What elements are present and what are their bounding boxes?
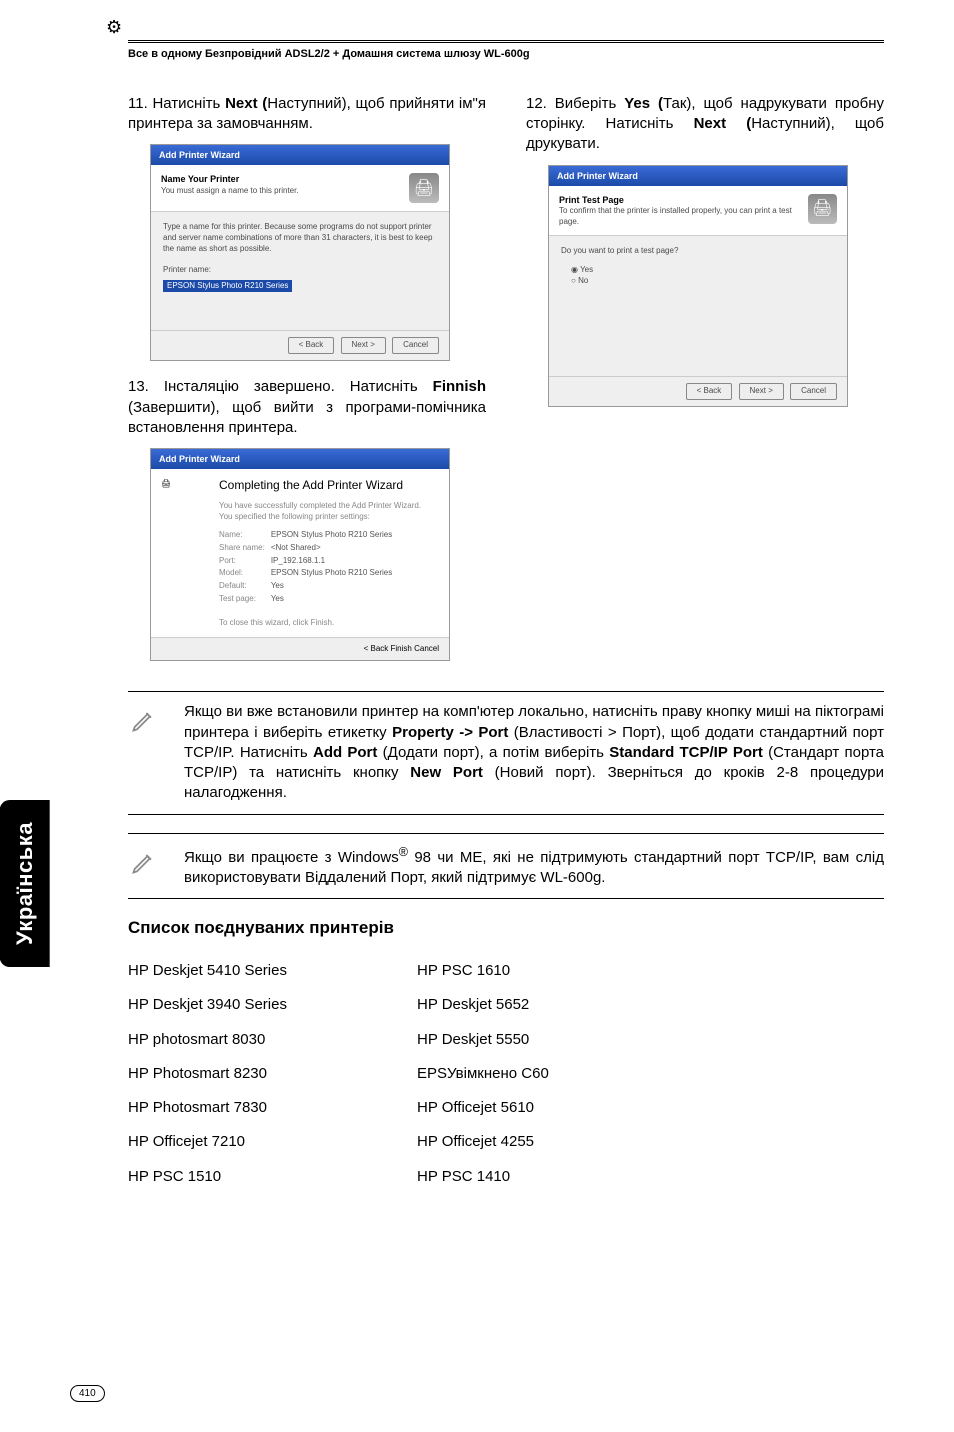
note-1: Якщо ви вже встановили принтер на комп'ю… [128, 691, 884, 814]
printer-name-field[interactable]: EPSON Stylus Photo R210 Series [163, 280, 292, 293]
dialog-heading: Name Your Printer [161, 173, 299, 185]
list-item: EPSУвімкнено C60 [417, 1057, 549, 1091]
printer-list-left: HP Deskjet 5410 Series HP Deskjet 3940 S… [128, 954, 287, 1194]
list-item: HP Officejet 4255 [417, 1125, 549, 1159]
table-row: Test page:Yes [219, 593, 398, 606]
cancel-button[interactable]: Cancel [790, 383, 837, 400]
back-button[interactable]: < Back [364, 644, 389, 653]
radio-no[interactable]: ○ No [571, 276, 835, 287]
back-button[interactable]: < Back [686, 383, 733, 400]
cancel-button[interactable]: Cancel [414, 644, 439, 653]
list-item: HP Deskjet 3940 Series [128, 988, 287, 1022]
printer-lists: HP Deskjet 5410 Series HP Deskjet 3940 S… [128, 954, 884, 1194]
dialog-sub1: You have successfully completed the Add … [219, 501, 439, 512]
printer-icon: 🖨 [409, 173, 439, 203]
next-button[interactable]: Next > [341, 337, 386, 354]
header-rule: ⚙ [128, 40, 884, 43]
next-button[interactable]: Next > [739, 383, 784, 400]
printers-heading: Список поєднуваних принтерів [128, 917, 884, 940]
finish-button[interactable]: Finish [391, 644, 412, 653]
printer-list-right: HP PSC 1610 HP Deskjet 5652 HP Deskjet 5… [417, 954, 549, 1194]
dialog-question: Do you want to print a test page? [561, 246, 835, 257]
dialog-heading: Print Test Page [559, 194, 808, 206]
step-13-text: 13. Інсталяцію завершено. Натисніть Finn… [128, 377, 486, 438]
list-item: HP Deskjet 5550 [417, 1023, 549, 1057]
list-item: HP PSC 1610 [417, 954, 549, 988]
dialog-titlebar: Add Printer Wizard [549, 166, 847, 186]
list-item: HP PSC 1410 [417, 1160, 549, 1194]
list-item: HP Deskjet 5652 [417, 988, 549, 1022]
page-number: 410 [70, 1385, 105, 1403]
list-item: HP photosmart 8030 [128, 1023, 287, 1057]
list-item: HP Officejet 5610 [417, 1091, 549, 1125]
step-11-text: 11. Натисніть Next (Наступний), щоб прий… [128, 94, 486, 135]
table-row: Name:EPSON Stylus Photo R210 Series [219, 529, 398, 542]
step-12-text: 12. Виберіть Yes (Так), щоб надрукувати … [526, 94, 884, 155]
radio-yes[interactable]: ◉ Yes [571, 265, 835, 276]
list-item: HP Deskjet 5410 Series [128, 954, 287, 988]
table-row: Port:IP_192.168.1.1 [219, 555, 398, 568]
table-row: Share name:<Not Shared> [219, 542, 398, 555]
note-2: Якщо ви працюєте з Windows® 98 чи МЕ, як… [128, 833, 884, 900]
dialog-subheading: To confirm that the printer is installed… [559, 206, 808, 228]
page-header: Все в одному Безпровідний ADSL2/2 + Дома… [128, 47, 884, 62]
dialog-heading: Completing the Add Printer Wizard [219, 477, 439, 493]
cancel-button[interactable]: Cancel [392, 337, 439, 354]
table-row: Default:Yes [219, 580, 398, 593]
printer-icon: 🖨 [808, 194, 837, 224]
dialog-desc: Type a name for this printer. Because so… [163, 222, 437, 254]
dialog-subheading: You must assign a name to this printer. [161, 186, 299, 197]
dialog-complete: Add Printer Wizard 🖨 Completing the Add … [150, 448, 450, 661]
dialog-sub2: You specified the following printer sett… [219, 512, 439, 523]
list-item: HP PSC 1510 [128, 1160, 287, 1194]
dialog-close-hint: To close this wizard, click Finish. [219, 618, 439, 629]
dialog-name-printer: Add Printer Wizard Name Your Printer You… [150, 144, 450, 361]
list-item: HP Photosmart 8230 [128, 1057, 287, 1091]
header-icon: ⚙ [106, 15, 122, 39]
settings-table: Name:EPSON Stylus Photo R210 Series Shar… [219, 529, 398, 606]
printer-icon: 🖨 [161, 479, 209, 490]
list-item: HP Photosmart 7830 [128, 1091, 287, 1125]
pencil-icon [128, 702, 160, 803]
dialog-test-page: Add Printer Wizard Print Test Page To co… [548, 165, 848, 408]
dialog-titlebar: Add Printer Wizard [151, 145, 449, 165]
pencil-icon [128, 844, 160, 889]
dialog-titlebar: Add Printer Wizard [151, 449, 449, 469]
back-button[interactable]: < Back [288, 337, 335, 354]
table-row: Model:EPSON Stylus Photo R210 Series [219, 567, 398, 580]
field-label: Printer name: [163, 265, 437, 276]
list-item: HP Officejet 7210 [128, 1125, 287, 1159]
